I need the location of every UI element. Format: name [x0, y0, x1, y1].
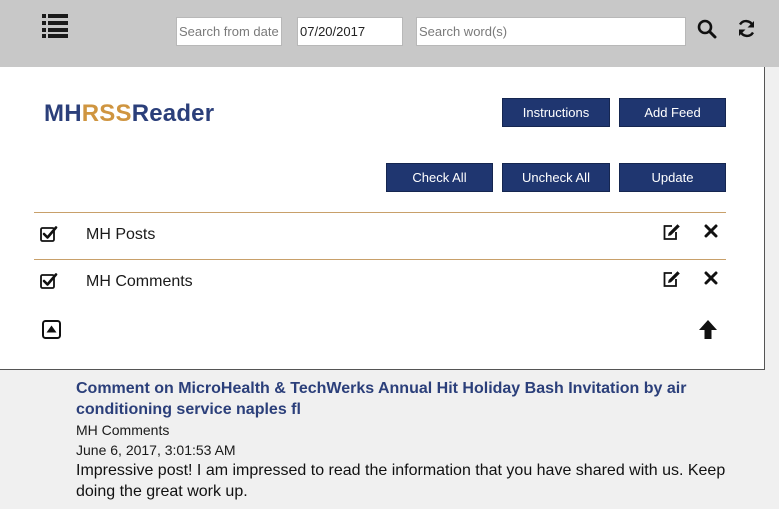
check-all-button[interactable]: Check All: [386, 163, 493, 192]
delete-x-icon[interactable]: [704, 271, 718, 290]
delete-x-icon[interactable]: [704, 224, 718, 243]
update-button[interactable]: Update: [619, 163, 726, 192]
uncheck-all-button[interactable]: Uncheck All: [502, 163, 610, 192]
top-toolbar: [0, 0, 779, 67]
feeds-panel: MHRSSReader Instructions Add Feed Check …: [0, 67, 765, 370]
post-feed-name: MH Comments: [76, 422, 170, 438]
post-item: Comment on MicroHealth & TechWerks Annua…: [76, 378, 736, 502]
feed-row: MH Posts: [34, 212, 726, 259]
checked-checkbox-icon[interactable]: [40, 272, 58, 294]
search-words-input[interactable]: [416, 17, 686, 46]
edit-icon[interactable]: [662, 270, 681, 293]
post-title-link[interactable]: Comment on MicroHealth & TechWerks Annua…: [76, 378, 736, 420]
post-body: Impressive post! I am impressed to read …: [76, 462, 726, 500]
post-date: June 6, 2017, 3:01:53 AM: [76, 442, 236, 458]
checked-checkbox-icon[interactable]: [40, 225, 58, 247]
feed-label[interactable]: MH Comments: [86, 273, 193, 291]
scroll-to-top-arrow-icon[interactable]: [698, 319, 718, 345]
add-feed-button[interactable]: Add Feed: [619, 98, 726, 127]
search-from-date-input[interactable]: [176, 17, 282, 46]
hamburger-list-icon[interactable]: [42, 14, 68, 38]
feed-row: MH Comments: [34, 259, 726, 306]
app-logo: MHRSSReader: [44, 100, 215, 127]
collapse-up-icon[interactable]: [42, 320, 61, 344]
date-input[interactable]: [297, 17, 403, 46]
refresh-icon[interactable]: [736, 18, 757, 44]
feed-label[interactable]: MH Posts: [86, 226, 155, 244]
search-icon[interactable]: [697, 19, 717, 44]
instructions-button[interactable]: Instructions: [502, 98, 610, 127]
edit-icon[interactable]: [662, 223, 681, 246]
